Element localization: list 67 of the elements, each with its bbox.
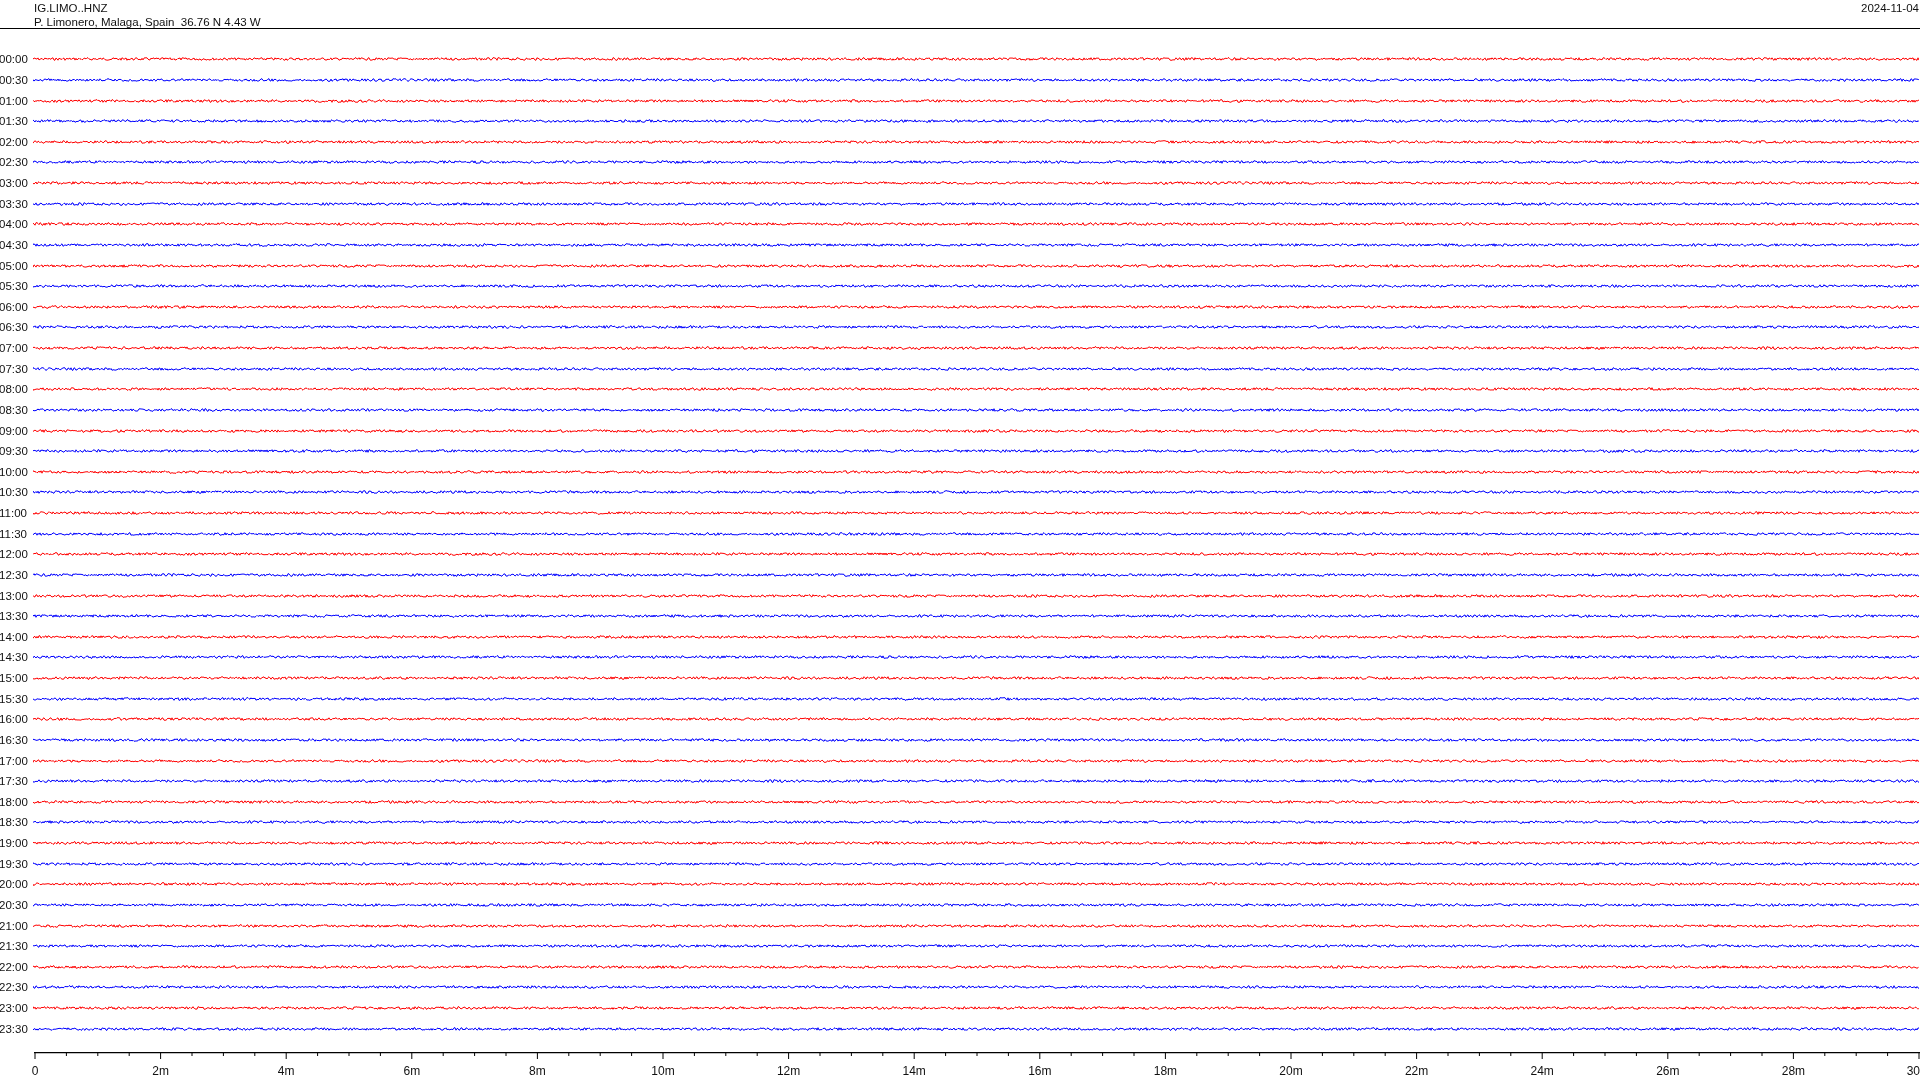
axis-label: 26m	[1656, 1064, 1680, 1078]
station-location: P. Limonero, Malaga, Spain 36.76 N 4.43 W	[34, 15, 261, 29]
hour-label: 23:30	[0, 1022, 29, 1035]
axis-label: 28m	[1781, 1064, 1806, 1078]
hour-label: 05:30	[0, 280, 29, 293]
hour-label: 04:00	[0, 218, 29, 231]
axis-label: 14m	[902, 1064, 926, 1078]
hour-label: 03:00	[0, 177, 29, 190]
hour-label: 14:00	[0, 630, 29, 643]
hour-label: 01:00	[0, 94, 29, 107]
hour-label: 10:30	[0, 486, 29, 499]
axis-label: 18m	[1153, 1064, 1178, 1078]
hour-label: 08:00	[0, 383, 29, 396]
hour-label: 09:30	[0, 445, 29, 458]
axis-label: 22m	[1404, 1064, 1429, 1078]
hour-label: 06:30	[0, 321, 29, 334]
hour-label: 00:30	[0, 73, 29, 86]
station-code: IG.LIMO..HNZ	[34, 1, 108, 15]
hour-label: 06:00	[0, 300, 29, 313]
hour-label: 21:00	[0, 919, 29, 932]
hour-label: 14:30	[0, 651, 29, 664]
hour-label: 02:00	[0, 135, 29, 148]
hour-label: 19:00	[0, 837, 29, 850]
hour-label: 20:00	[0, 878, 29, 891]
hour-label: 21:30	[0, 940, 29, 953]
hour-label: 10:00	[0, 465, 29, 478]
axis-label: 4m	[277, 1064, 295, 1078]
axis-label: 0	[31, 1064, 39, 1078]
hour-label: 19:30	[0, 857, 29, 870]
hour-label: 03:30	[0, 197, 29, 210]
hour-label: 13:30	[0, 610, 29, 623]
hour-label: 12:30	[0, 568, 29, 581]
record-date: 2024-11-04	[1861, 1, 1919, 15]
hour-label: 16:30	[0, 733, 29, 746]
hour-label: 07:00	[0, 342, 29, 355]
hour-label: 18:00	[0, 795, 29, 808]
hour-label: 22:30	[0, 981, 29, 994]
hour-label: 15:30	[0, 692, 29, 705]
hour-label: 11:00	[0, 507, 28, 520]
hour-label: 02:30	[0, 156, 29, 169]
axis-label: 2m	[152, 1064, 169, 1078]
axis-label: 16m	[1028, 1064, 1052, 1078]
hour-label: 00:00	[0, 53, 29, 66]
hour-label: 09:00	[0, 424, 29, 437]
hour-label: 01:30	[0, 115, 29, 128]
axis-label: 8m	[529, 1064, 546, 1078]
hour-label: 05:00	[0, 259, 29, 272]
axis-label: 6m	[403, 1064, 421, 1078]
axis-label: 30	[1906, 1064, 1920, 1078]
hour-label: 23:00	[0, 1002, 29, 1015]
hour-label: 18:30	[0, 816, 29, 829]
hour-label: 08:30	[0, 403, 29, 416]
hour-label: 13:00	[0, 589, 29, 602]
hour-label: 17:30	[0, 775, 29, 788]
hour-label: 17:00	[0, 754, 29, 767]
hour-label: 22:00	[0, 960, 29, 973]
hour-label: 04:30	[0, 238, 29, 251]
hour-label: 20:30	[0, 898, 29, 911]
axis-label: 24m	[1530, 1064, 1554, 1078]
hour-label: 12:00	[0, 548, 29, 561]
hour-label: 15:00	[0, 672, 29, 685]
hour-label: 16:00	[0, 713, 29, 726]
axis-label: 12m	[776, 1064, 801, 1078]
hour-label: 07:30	[0, 362, 29, 375]
hour-label: 11:30	[0, 527, 28, 540]
axis-label: 10m	[651, 1064, 675, 1078]
axis-label: 20m	[1279, 1064, 1303, 1078]
